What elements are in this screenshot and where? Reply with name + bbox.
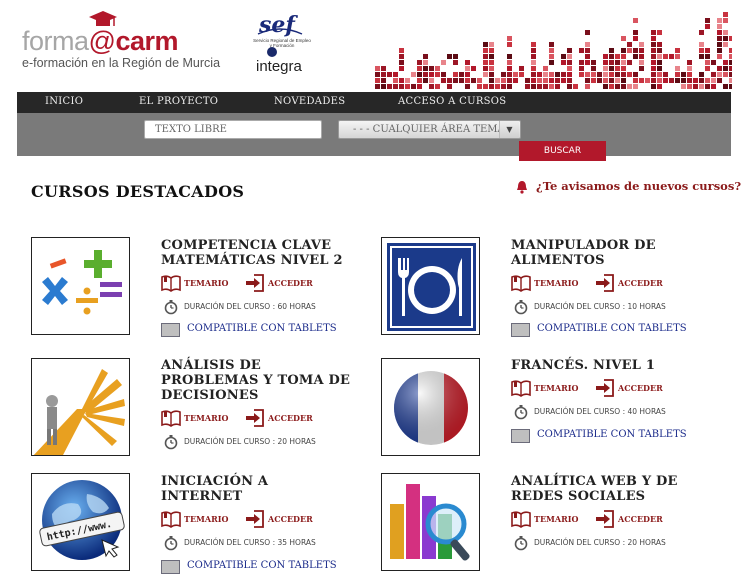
enter-icon[interactable] xyxy=(245,274,265,292)
temario-link[interactable]: TEMARIO xyxy=(184,409,228,427)
course-title-line: MANIPULADOR DE xyxy=(511,238,656,253)
stopwatch-icon xyxy=(164,434,178,450)
book-icon[interactable] xyxy=(161,409,181,427)
integra-logo[interactable]: integra xyxy=(256,58,302,75)
stopwatch-icon xyxy=(514,299,528,315)
french-flag-sphere-icon xyxy=(382,359,479,455)
temario-link[interactable]: TEMARIO xyxy=(534,510,578,528)
notify-label: ¿Te avisamos de nuevos cursos? xyxy=(536,179,742,193)
course-title[interactable]: ANÁLISIS DE PROBLEMAS Y TOMA DE DECISIONES xyxy=(161,358,350,403)
integra-mark-icon xyxy=(267,47,277,57)
tablets-compatible-label: COMPATIBLE CON TABLETS xyxy=(187,560,337,571)
course-title-line: MATEMÁTICAS NIVEL 2 xyxy=(161,253,343,268)
course-duration: DURACIÓN DEL CURSO : 40 HORAS xyxy=(534,407,666,416)
book-icon[interactable] xyxy=(161,510,181,528)
course-title-line: ANALÍTICA WEB Y DE xyxy=(511,474,678,489)
bar-chart-magnifier-icon xyxy=(382,474,479,570)
book-icon[interactable] xyxy=(161,274,181,292)
notify-new-courses-link[interactable]: ¿Te avisamos de nuevos cursos? xyxy=(514,179,741,193)
course-image[interactable] xyxy=(31,237,130,335)
tablets-compatible-label: COMPATIBLE CON TABLETS xyxy=(537,429,687,440)
graduation-cap-icon xyxy=(89,11,117,26)
svg-text:sef: sef xyxy=(258,12,298,38)
math-symbols-icon xyxy=(32,238,129,334)
logo-part2: carm xyxy=(115,26,178,56)
area-select[interactable]: - - - CUALQUIER ÁREA TEMÁ xyxy=(338,120,521,139)
course-title-line: ANÁLISIS DE xyxy=(161,358,262,373)
tablets-compatible-label: COMPATIBLE CON TABLETS xyxy=(537,323,687,334)
course-title[interactable]: COMPETENCIA CLAVE MATEMÁTICAS NIVEL 2 xyxy=(161,238,343,268)
main-nav: INICIO EL PROYECTO NOVEDADES ACCESO A CU… xyxy=(17,92,731,113)
enter-icon[interactable] xyxy=(245,510,265,528)
course-title-line: FRANCÉS. NIVEL 1 xyxy=(511,358,656,373)
book-icon[interactable] xyxy=(511,510,531,528)
tablet-icon xyxy=(161,323,180,337)
book-icon[interactable] xyxy=(511,274,531,292)
search-input[interactable]: TEXTO LIBRE xyxy=(144,120,322,139)
course-duration: DURACIÓN DEL CURSO : 60 HORAS xyxy=(184,302,316,311)
enter-icon[interactable] xyxy=(595,379,615,397)
course-title-line: COMPETENCIA CLAVE xyxy=(161,238,332,253)
course-duration: DURACIÓN DEL CURSO : 10 HORAS xyxy=(534,302,666,311)
section-title: CURSOS DESTACADOS xyxy=(31,182,245,201)
stopwatch-icon xyxy=(514,535,528,551)
plate-cutlery-icon xyxy=(382,238,479,334)
logo-tagline: e-formación en la Región de Murcia xyxy=(22,56,221,70)
course-title-line: PROBLEMAS Y TOMA DE xyxy=(161,373,351,388)
course-title[interactable]: FRANCÉS. NIVEL 1 xyxy=(511,358,655,373)
course-title-line: DECISIONES xyxy=(161,388,259,403)
crossroads-figure-icon xyxy=(32,359,129,455)
book-icon[interactable] xyxy=(511,379,531,397)
acceder-link[interactable]: ACCEDER xyxy=(618,379,663,397)
course-image[interactable] xyxy=(381,473,480,571)
course-title[interactable]: MANIPULADOR DE ALIMENTOS xyxy=(511,238,656,268)
acceder-link[interactable]: ACCEDER xyxy=(618,510,663,528)
acceder-link[interactable]: ACCEDER xyxy=(268,409,313,427)
course-title-line: ALIMENTOS xyxy=(511,253,605,268)
stopwatch-icon xyxy=(514,404,528,420)
temario-link[interactable]: TEMARIO xyxy=(534,379,578,397)
tablets-compatible-label: COMPATIBLE CON TABLETS xyxy=(187,323,337,334)
nav-acceso-cursos[interactable]: ACCESO A CURSOS xyxy=(398,96,506,107)
nav-inicio[interactable]: INICIO xyxy=(45,96,83,107)
acceder-link[interactable]: ACCEDER xyxy=(268,510,313,528)
tablet-icon xyxy=(161,560,180,574)
globe-www-icon: http://www. xyxy=(32,474,129,570)
course-image[interactable] xyxy=(381,358,480,456)
course-image[interactable] xyxy=(381,237,480,335)
course-title[interactable]: ANALÍTICA WEB Y DE REDES SOCIALES xyxy=(511,474,678,504)
temario-link[interactable]: TEMARIO xyxy=(534,274,578,292)
course-image[interactable]: http://www. xyxy=(31,473,130,571)
nav-novedades[interactable]: NOVEDADES xyxy=(274,96,345,107)
chevron-down-icon[interactable]: ▼ xyxy=(499,121,519,138)
course-duration: DURACIÓN DEL CURSO : 20 HORAS xyxy=(184,437,316,446)
sef-caption: Servicio Regional de Empleo y Formación xyxy=(253,38,311,48)
enter-icon[interactable] xyxy=(595,510,615,528)
tablet-icon xyxy=(511,429,530,443)
course-duration: DURACIÓN DEL CURSO : 35 HORAS xyxy=(184,538,316,547)
nav-el-proyecto[interactable]: EL PROYECTO xyxy=(139,96,218,107)
search-button[interactable]: BUSCAR xyxy=(519,141,606,161)
course-title-line: REDES SOCIALES xyxy=(511,489,646,504)
acceder-link[interactable]: ACCEDER xyxy=(618,274,663,292)
course-title-line: INTERNET xyxy=(161,489,243,504)
course-image[interactable] xyxy=(31,358,130,456)
header-banner-image xyxy=(375,12,732,89)
course-title-line: INICIACIÓN A xyxy=(161,474,269,489)
acceder-link[interactable]: ACCEDER xyxy=(268,274,313,292)
temario-link[interactable]: TEMARIO xyxy=(184,274,228,292)
stopwatch-icon xyxy=(164,535,178,551)
temario-link[interactable]: TEMARIO xyxy=(184,510,228,528)
stopwatch-icon xyxy=(164,299,178,315)
enter-icon[interactable] xyxy=(595,274,615,292)
enter-icon[interactable] xyxy=(245,409,265,427)
logo-part1: forma xyxy=(22,26,89,56)
course-duration: DURACIÓN DEL CURSO : 20 HORAS xyxy=(534,538,666,547)
course-title[interactable]: INICIACIÓN A INTERNET xyxy=(161,474,268,504)
tablet-icon xyxy=(511,323,530,337)
